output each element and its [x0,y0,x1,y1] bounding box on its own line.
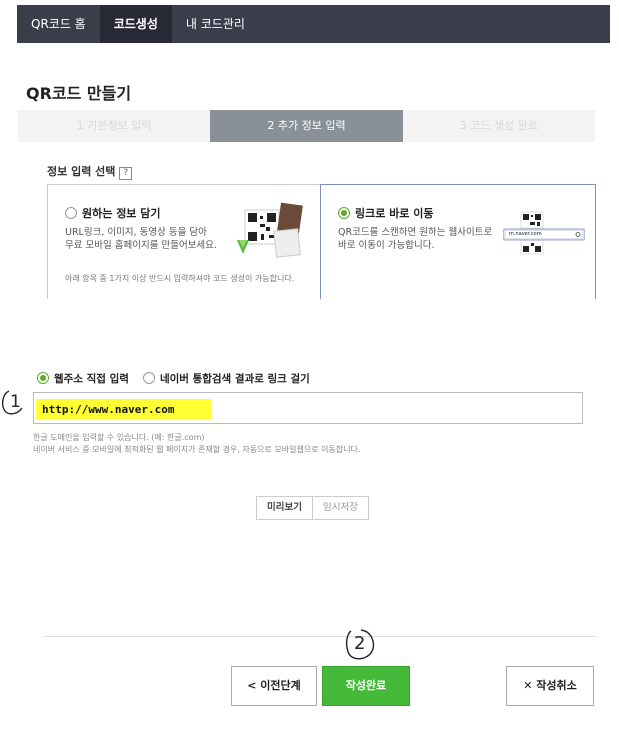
step-2-active: 2 추가 정보 입력 [210,110,403,142]
option-direct-link-title: 링크로 바로 이동 [338,205,434,221]
option-right-desc-line2: 바로 이동이 가능합니다. [338,240,435,251]
radio-checked-icon[interactable] [338,207,350,219]
link-type-group: 웹주소 직접 입력 네이버 통합검색 결과로 링크 걸기 [37,371,310,386]
url-field-wrapper [33,392,583,424]
radio-direct-url-label: 웹주소 직접 입력 [54,373,129,385]
tab-qr-home[interactable]: QR코드 홈 [17,5,100,43]
section-label: 정보 입력 선택? [47,163,133,180]
step-1: 1 기본정보 입력 [18,110,211,142]
option-left-note: 아래 항목 중 1가지 이상 반드시 입력하셔야 코드 생성이 가능합니다. [65,274,295,283]
help-icon[interactable]: ? [119,167,133,180]
tab-my-codes[interactable]: 내 코드관리 [172,5,259,43]
option-right-desc-line1: QR코드를 스캔하면 원하는 웹사이트로 [338,227,493,238]
top-navigation: QR코드 홈 코드생성 내 코드관리 [17,5,610,43]
annotation-number-1: 1 [10,392,21,412]
option-right-title: 링크로 바로 이동 [355,207,434,220]
step-3: 3 코드 생성 완료 [402,110,595,142]
section-label-text: 정보 입력 선택 [47,165,116,178]
option-direct-link[interactable]: 링크로 바로 이동 QR코드를 스캔하면 원하는 웹사이트로 바로 이동이 가능… [320,184,596,299]
step-indicator: 1 기본정보 입력 2 추가 정보 입력 3 코드 생성 완료 [18,110,595,142]
radio-naver-search[interactable]: 네이버 통합검색 결과로 링크 걸기 [142,371,310,386]
annotation-circle-1: 1 [0,388,28,416]
radio-naver-search-label: 네이버 통합검색 결과로 링크 걸기 [159,373,310,385]
url-input[interactable] [36,399,211,419]
option-left-title: 원하는 정보 담기 [82,207,161,220]
option-left-desc: URL링크, 이미지, 동영상 등을 담아 무료 모바일 홈페이지를 만들어보세… [65,226,217,252]
option-left-desc-line2: 무료 모바일 홈페이지를 만들어보세요. [65,240,217,251]
cancel-button[interactable]: ✕ 작성취소 [506,666,594,706]
radio-unchecked-icon[interactable] [142,372,155,384]
annotation-circle-2: 2 [343,627,377,661]
qr-mobile-page-thumbnail [235,202,305,262]
page-title: QR코드 만들기 [26,84,132,103]
link-thumbnail: m.naver.com [502,210,586,256]
radio-direct-url[interactable]: 웹주소 직접 입력 [37,371,129,386]
annotation-number-2: 2 [354,633,366,654]
divider [45,636,595,637]
url-hints: 한글 도메인을 입력할 수 있습니다. (예: 한글.com) 네이버 서비스 … [33,432,360,456]
mini-button-group: 미리보기 임시저장 [256,496,369,520]
option-left-desc-line1: URL링크, 이미지, 동영상 등을 담아 [65,227,207,238]
option-custom-info-title: 원하는 정보 담기 [65,205,161,221]
tab-create-code[interactable]: 코드생성 [99,5,172,43]
qr-photo-icon [237,202,303,258]
preview-button[interactable]: 미리보기 [256,496,313,520]
complete-button[interactable]: 작성완료 [322,666,410,706]
option-right-desc: QR코드를 스캔하면 원하는 웹사이트로 바로 이동이 가능합니다. [338,226,492,252]
prev-step-button[interactable]: < 이전단계 [231,666,317,706]
link-thumb-text: m.naver.com [509,231,542,237]
option-custom-info[interactable]: 원하는 정보 담기 URL링크, 이미지, 동영상 등을 담아 무료 모바일 홈… [47,184,320,299]
hint-line-1: 한글 도메인을 입력할 수 있습니다. (예: 한글.com) [33,433,205,442]
temp-save-button[interactable]: 임시저장 [312,496,369,520]
radio-checked-icon[interactable] [37,372,49,384]
radio-unchecked-icon[interactable] [65,207,77,219]
hint-line-2: 네이버 서비스 중 모바일에 최적화된 웹 페이지가 존재할 경우, 자동으로 … [33,445,361,454]
